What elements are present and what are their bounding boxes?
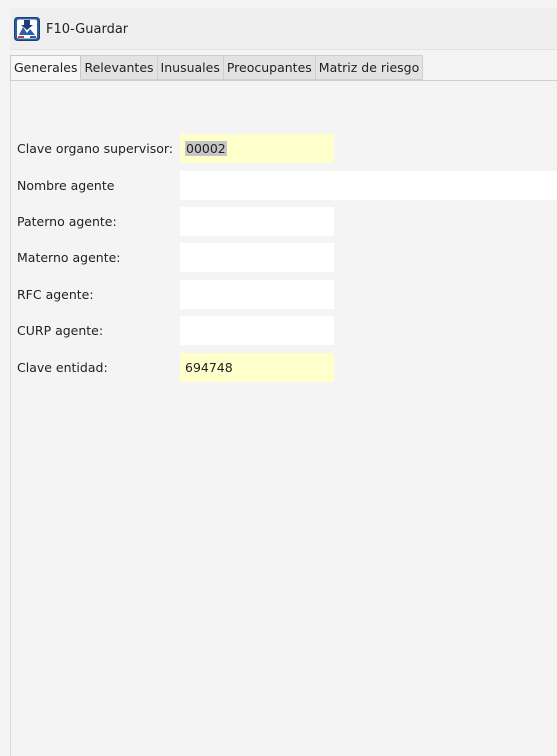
app-window: F10-Guardar Generales Relevantes Inusual… — [0, 0, 557, 756]
save-button[interactable]: F10-Guardar — [14, 16, 128, 42]
curp-agente-label: CURP agente: — [17, 323, 104, 338]
rfc-agente-label: RFC agente: — [17, 287, 94, 302]
nombre-agente-field[interactable] — [180, 171, 557, 200]
tab-bar: Generales Relevantes Inusuales Preocupan… — [10, 55, 424, 80]
materno-agente-label: Materno agente: — [17, 250, 121, 265]
materno-agente-field[interactable] — [180, 243, 334, 272]
clave-entidad-label: Clave entidad: — [17, 360, 108, 375]
save-button-label: F10-Guardar — [46, 21, 129, 37]
tab-preocupantes[interactable]: Preocupantes — [223, 55, 316, 80]
save-disk-icon — [14, 17, 40, 41]
clave-organo-field[interactable]: 00002 — [180, 134, 334, 163]
row-clave-entidad: Clave entidad: — [17, 353, 557, 382]
row-paterno-agente: Paterno agente: — [17, 207, 557, 236]
row-rfc-agente: RFC agente: — [17, 280, 557, 309]
row-clave-organo: Clave organo supervisor: 00002 — [17, 134, 557, 163]
curp-agente-field[interactable] — [180, 316, 334, 345]
tab-inusuales[interactable]: Inusuales — [157, 55, 224, 80]
row-nombre-agente: Nombre agente — [17, 171, 557, 200]
tab-matriz-de-riesgo[interactable]: Matriz de riesgo — [315, 55, 424, 80]
paterno-agente-field[interactable] — [180, 207, 334, 236]
paterno-agente-label: Paterno agente: — [17, 214, 117, 229]
toolbar: F10-Guardar — [10, 8, 557, 50]
row-materno-agente: Materno agente: — [17, 243, 557, 272]
clave-organo-label: Clave organo supervisor: — [17, 141, 173, 156]
generales-panel: Clave organo supervisor: 00002 Nombre ag… — [10, 81, 557, 756]
tab-generales[interactable]: Generales — [10, 55, 82, 80]
row-curp-agente: CURP agente: — [17, 316, 557, 345]
rfc-agente-field[interactable] — [180, 280, 334, 309]
clave-entidad-field[interactable] — [180, 353, 334, 382]
tab-relevantes[interactable]: Relevantes — [81, 55, 158, 80]
nombre-agente-label: Nombre agente — [17, 178, 115, 193]
clave-organo-value: 00002 — [185, 141, 227, 156]
